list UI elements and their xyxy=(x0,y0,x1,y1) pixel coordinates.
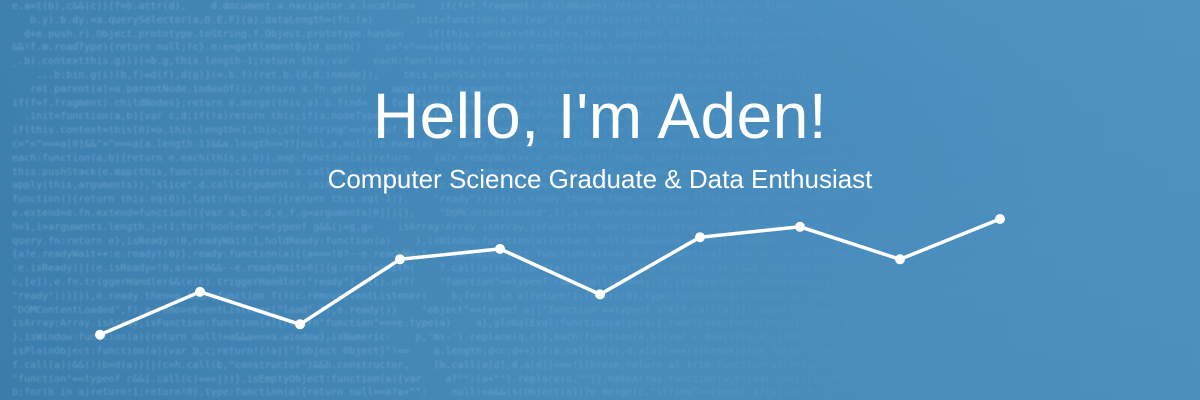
chart-point-6 xyxy=(595,289,605,300)
chart-point-10 xyxy=(995,214,1005,224)
chart-point-1 xyxy=(95,329,105,340)
hero-banner: e.a=t(b),c&&(c)){f=b.attr(d), d.document… xyxy=(0,0,1200,400)
chart-point-4 xyxy=(395,254,405,265)
chart-point-5 xyxy=(495,243,505,254)
decorative-line-chart xyxy=(95,214,1005,340)
chart-point-2 xyxy=(195,286,205,297)
chart-point-7 xyxy=(695,232,705,243)
page-title: Hello, I'm Aden! xyxy=(372,80,828,152)
chart-point-9 xyxy=(895,254,905,265)
page-subtitle: Computer Science Graduate & Data Enthusi… xyxy=(327,164,873,194)
chart-line xyxy=(99,217,1001,337)
chart-point-3 xyxy=(295,319,305,330)
chart-point-8 xyxy=(795,221,805,232)
